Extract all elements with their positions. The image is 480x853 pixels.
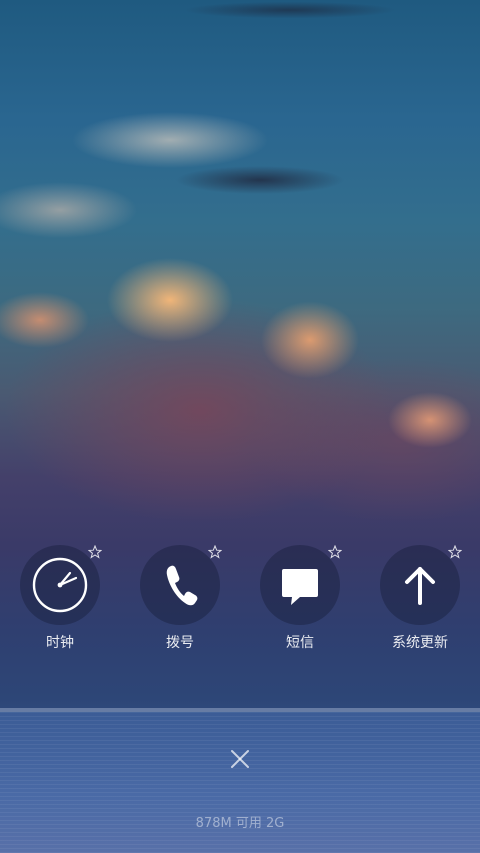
lock-star-icon[interactable] (448, 545, 462, 559)
close-icon (231, 750, 249, 768)
lock-star-icon[interactable] (88, 545, 102, 559)
recent-app-phone[interactable]: 拨号 (130, 545, 230, 660)
app-label: 系统更新 (392, 635, 448, 651)
close-all-button[interactable] (225, 744, 255, 774)
lock-star-icon[interactable] (208, 545, 222, 559)
memory-status: 878M 可用 2G (195, 816, 285, 831)
lock-star-icon[interactable] (328, 545, 342, 559)
recent-app-clock[interactable]: 时钟 (10, 545, 110, 660)
recent-app-system-update[interactable]: 系统更新 (370, 545, 470, 660)
recent-app-messages[interactable]: 短信 (250, 545, 350, 660)
app-label: 时钟 (46, 635, 74, 651)
recent-apps-row: 时钟 拨号 短信 系统更新 (0, 545, 480, 660)
app-label: 拨号 (166, 635, 194, 651)
app-label: 短信 (286, 635, 314, 651)
